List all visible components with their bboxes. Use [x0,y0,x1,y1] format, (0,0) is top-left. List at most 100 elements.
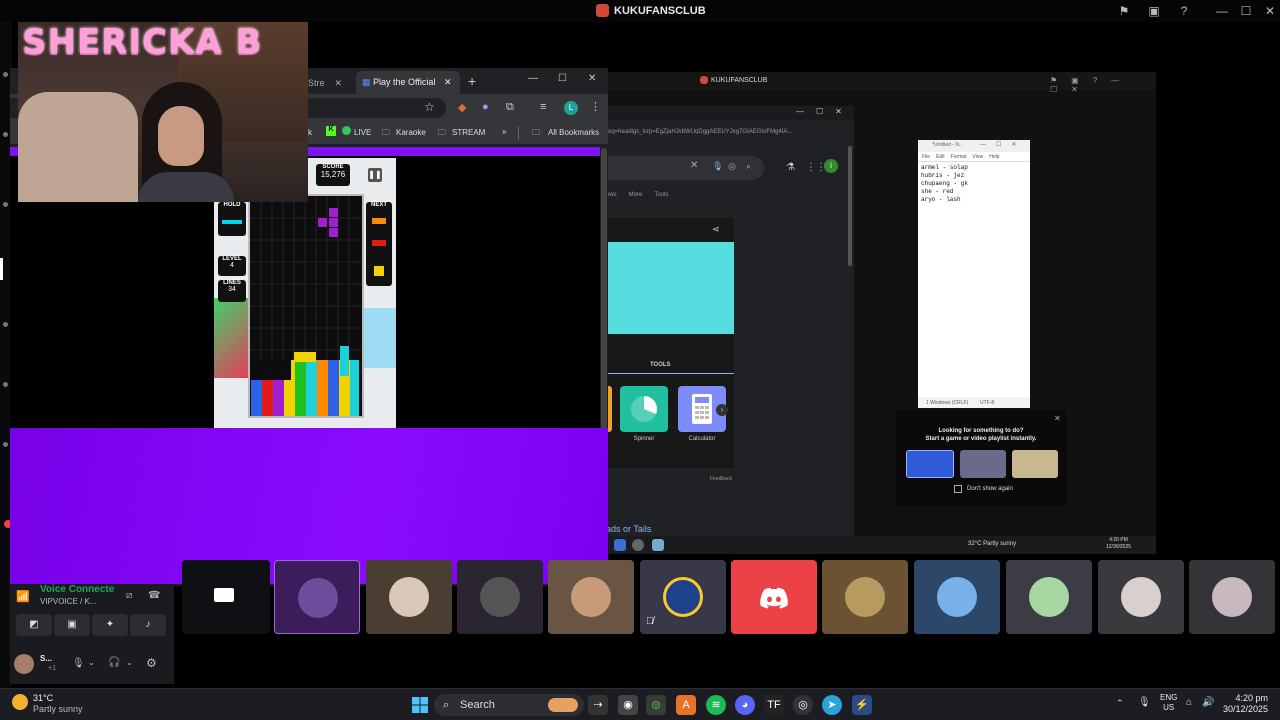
participant-tile[interactable] [548,560,634,634]
tab-close-icon[interactable]: ✕ [444,71,452,94]
disconnect-icon[interactable]: ☎ [148,590,160,601]
headphones-icon[interactable]: 🎧 [108,657,120,668]
bookmark-star-icon[interactable]: ☆ [424,100,435,114]
taskbar-app-icon[interactable]: ⚡ [852,695,872,715]
account-avatar[interactable]: i [824,159,838,173]
network-icon[interactable]: ⌂ [1186,697,1192,708]
activity-card[interactable] [1012,450,1058,478]
participant-tile[interactable] [1006,560,1092,634]
user-avatar[interactable] [14,654,34,674]
clear-icon[interactable]: ✕ [690,160,698,171]
taskbar-app-icon[interactable]: ⇢ [588,695,608,715]
chrome-icon[interactable]: ◍ [646,695,666,715]
search-icon[interactable]: ⌕ [746,161,751,172]
telegram-icon[interactable]: ➤ [822,695,842,715]
more-bookmarks-icon[interactable]: » [502,127,506,136]
menu-edit[interactable]: Edit [936,154,945,160]
language-indicator[interactable]: ENG US [1160,693,1177,713]
bookmark[interactable]: LIVE [354,128,371,137]
extension-icon[interactable]: ● [482,101,489,113]
apps-grid-icon[interactable]: ⋮⋮ [806,162,826,173]
screen-share-icon[interactable]: ▣ [1146,3,1162,19]
gwin-controls[interactable]: —☐✕ [796,107,854,116]
rail-dot[interactable] [3,132,8,137]
new-tab-button[interactable]: + [468,73,476,89]
activity-card[interactable] [960,450,1006,478]
media-icon[interactable]: ≡ [540,101,546,113]
nested-clock[interactable]: 4:20 PM 12/30/2025 [1106,537,1131,551]
taskbar-app-icon[interactable] [614,539,626,551]
taskbar-app-icon[interactable]: A [676,695,696,715]
nested-window-controls[interactable]: ⚑▣?—☐✕ [1050,76,1156,94]
taskbar-app-icon[interactable]: ◎ [793,695,813,715]
rail-dot[interactable] [3,72,8,77]
share-icon[interactable]: ⋖ [712,224,720,235]
voice-status[interactable]: Voice Connecte [40,584,114,595]
tetris-board[interactable] [248,194,364,418]
search-box[interactable]: ✕ 🎙 ◎ ⌕ [606,156,764,180]
participant-tile-active[interactable] [274,560,360,634]
participant-tile[interactable] [1189,560,1275,634]
mic-icon[interactable]: 🎙 [712,161,723,172]
settings-gear-icon[interactable]: ⚙ [146,656,157,670]
activities-button[interactable]: ✦ [92,614,128,636]
taskbar-app-icon[interactable] [652,539,664,551]
taskbar-app-icon[interactable]: TF [764,695,784,715]
tray-chevron-icon[interactable]: ⌃ [1116,698,1124,709]
pause-button[interactable]: ❚❚ [368,168,382,182]
notepad-controls[interactable]: —☐✕ [980,141,1026,148]
extension-icon[interactable]: ◆ [458,101,466,114]
user-name[interactable]: S... [40,654,52,663]
dont-show-checkbox[interactable] [954,485,962,493]
participant-tile[interactable] [457,560,543,634]
chevron-down-icon[interactable]: ⌄ [126,658,133,667]
rail-dot[interactable] [3,382,8,387]
labs-icon[interactable]: ⚗ [786,162,795,173]
rail-dot[interactable] [3,442,8,447]
feedback-link[interactable]: Feedback [710,476,732,482]
nested-weather[interactable]: 32°C Partly sunny [968,541,1016,547]
participant-tile-discord[interactable] [731,560,817,634]
minimize-button[interactable]: — [1214,3,1230,19]
notepad-text[interactable]: armel - solap hubris - jez chupaeng - gk… [921,164,968,204]
soundboard-button[interactable]: ♪ [130,614,166,636]
filter-tab[interactable]: More [629,192,643,198]
rail-dot[interactable] [3,202,8,207]
profile-avatar[interactable]: L [564,101,578,115]
participant-tile[interactable] [914,560,1000,634]
participant-tile[interactable] [366,560,452,634]
rail-dot[interactable] [3,322,8,327]
taskbar-app-icon[interactable]: ◉ [618,695,638,715]
address-bar[interactable]: oq=headlgs_lcrp=EgZjaHJvbWUqDggAEEUYJxg7… [606,124,846,140]
menu-kebab-icon[interactable]: ⋮ [590,100,601,113]
close-button[interactable]: ✕ [1262,3,1278,19]
windows-start-icon[interactable] [412,697,428,713]
bookmark-folder[interactable]: STREAM [452,128,485,137]
filter-tab[interactable]: Tools [654,192,668,198]
scrollbar[interactable] [848,146,852,266]
discord-taskbar-icon[interactable]: ◕ [735,695,755,715]
taskbar-clock[interactable]: 4:20 pm 30/12/2025 [1222,693,1268,715]
volume-icon[interactable]: 🔊 [1202,697,1214,708]
voice-channel[interactable]: VIPVOICE / K... [40,597,96,606]
tab-inactive[interactable]: Stre ✕ [308,72,352,94]
participant-tile[interactable] [822,560,908,634]
chevron-down-icon[interactable]: ⌄ [88,658,95,667]
maximize-button[interactable]: ☐ [1238,3,1254,19]
weather-icon[interactable] [12,694,28,710]
noise-suppression-icon[interactable]: ⧄ [126,590,132,601]
activity-card[interactable] [906,450,954,478]
bookmark-folder[interactable]: Karaoke [396,128,426,137]
coin-flip-area[interactable] [606,242,734,334]
participant-tile[interactable] [1098,560,1184,634]
weather-temp[interactable]: 31°C [33,693,53,703]
menu-format[interactable]: Format [951,154,967,160]
minimize-button[interactable]: — [528,73,538,84]
menu-view[interactable]: View [973,154,984,160]
help-icon[interactable]: ? [1176,3,1192,19]
taskbar-search[interactable]: ⌕ Search [434,694,584,716]
spotify-icon[interactable]: ≋ [706,695,726,715]
taskbar-app-icon[interactable] [632,539,644,551]
flag-icon[interactable]: ⚑ [1116,3,1132,19]
lens-icon[interactable]: ◎ [728,161,736,172]
